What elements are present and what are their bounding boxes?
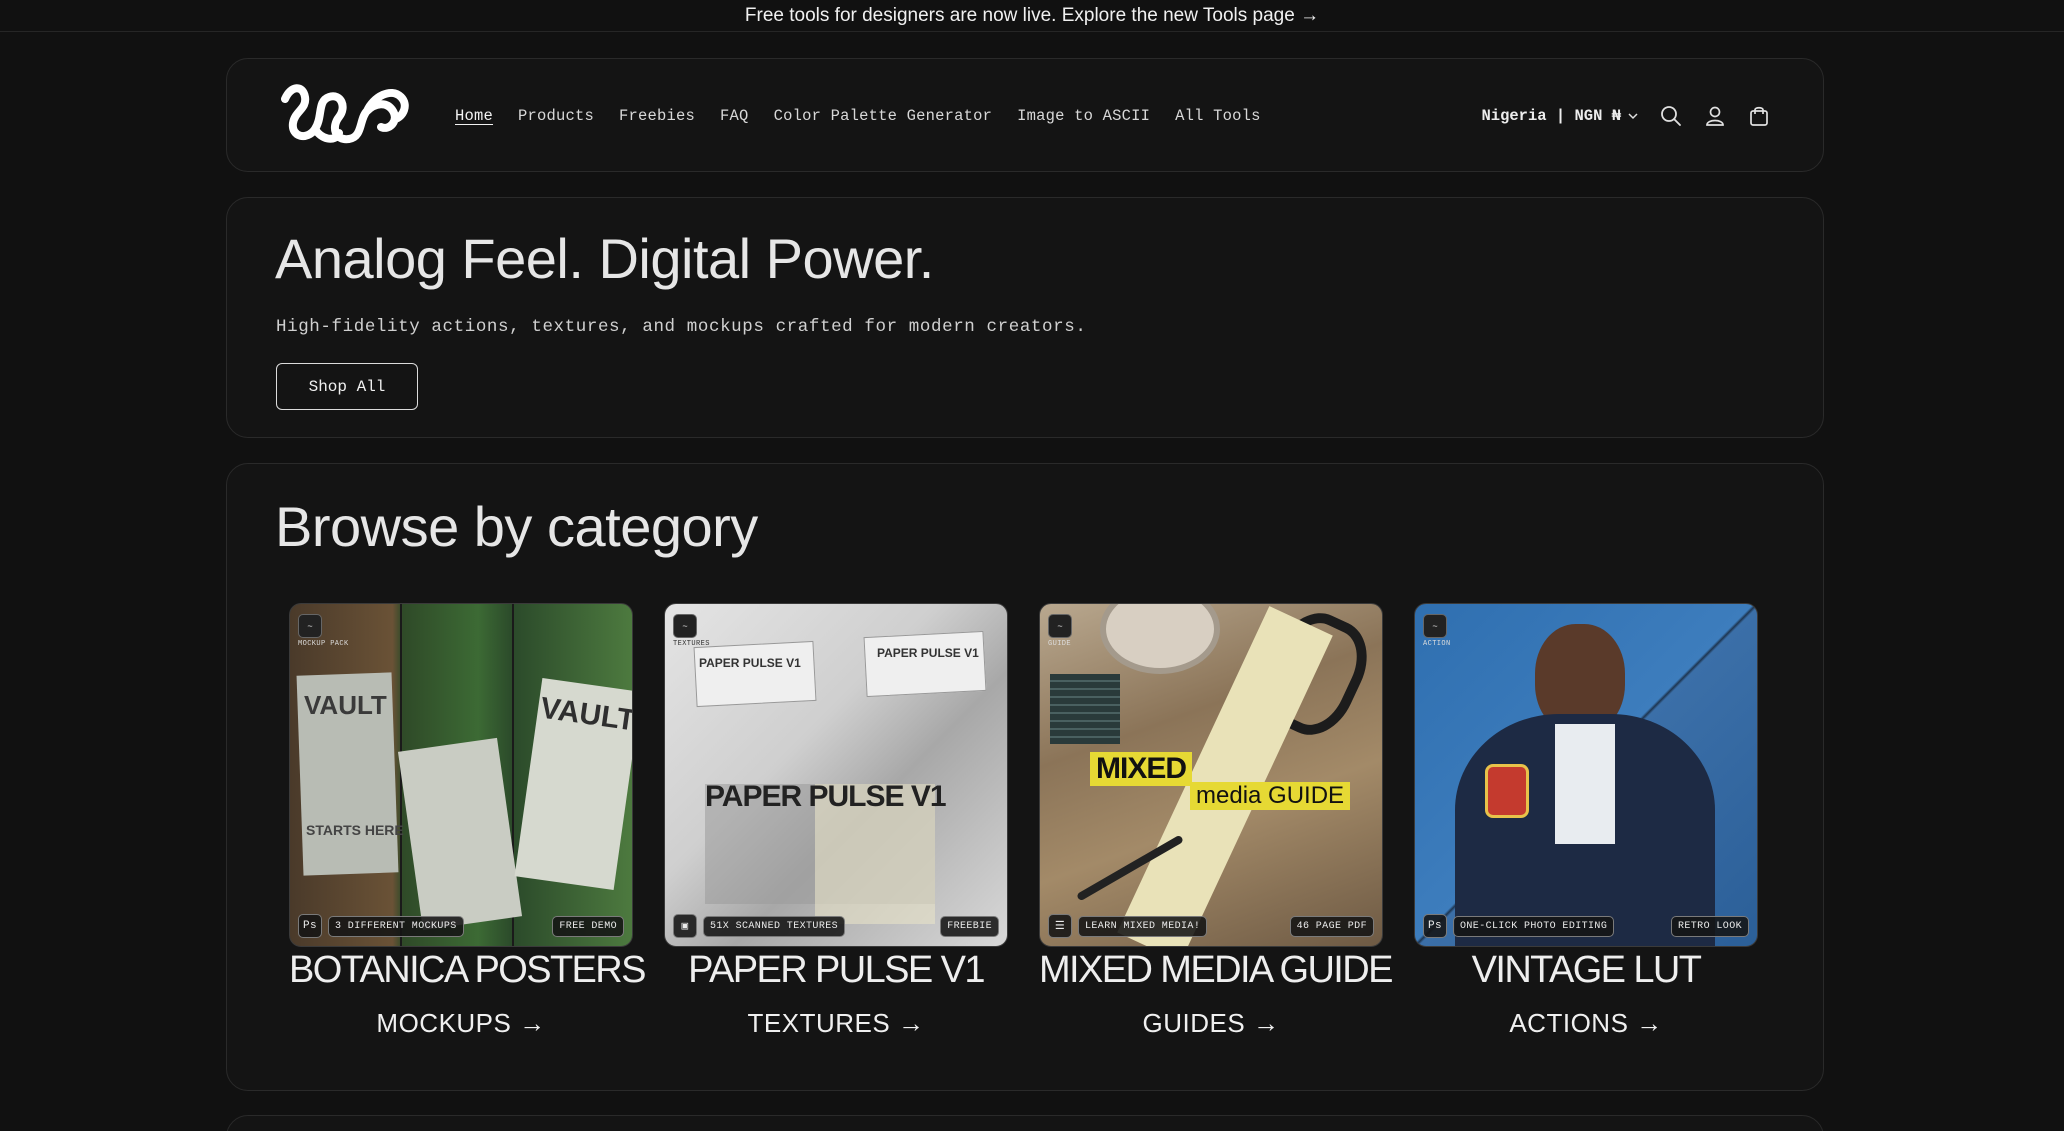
- search-icon: [1661, 106, 1681, 126]
- nav-item-faq[interactable]: FAQ: [720, 107, 749, 125]
- header-actions: Nigeria | NGN ₦: [1481, 59, 1771, 173]
- image-icon: ▣: [673, 914, 697, 938]
- brand-mini-logo-icon: ~: [298, 614, 322, 638]
- account-icon: [1706, 106, 1724, 126]
- poster-text: PAPER PULSE V1: [699, 656, 801, 670]
- site-header: Home Products Freebies FAQ Color Palette…: [226, 58, 1824, 172]
- brand-wave-logo-icon: [281, 84, 409, 144]
- poster-text: MIXED: [1090, 752, 1193, 786]
- chip-row: ▣ 51X SCANNED TEXTURES FREEBIE: [673, 914, 999, 938]
- doc-icon: ☰: [1048, 914, 1072, 938]
- nav-item-all-tools[interactable]: All Tools: [1175, 107, 1261, 125]
- product-thumbnail[interactable]: PAPER PULSE V1 PAPER PULSE V1 PAPER PULS…: [664, 603, 1008, 947]
- category-section: Browse by category VAULT VAULT STARTS HE…: [226, 463, 1824, 1091]
- chevron-down-icon: [1628, 113, 1638, 120]
- product-tag: MOCKUP PACK: [298, 640, 349, 648]
- product-thumbnail[interactable]: ~ ACTION Ps ONE-CLICK PHOTO EDITING RETR…: [1414, 603, 1758, 947]
- product-title[interactable]: VINTAGE LUT: [1414, 949, 1758, 992]
- nav-item-image-to-ascii[interactable]: Image to ASCII: [1017, 107, 1150, 125]
- announcement-bar[interactable]: Free tools for designers are now live. E…: [0, 0, 2064, 32]
- hero-title: Analog Feel. Digital Power.: [275, 227, 934, 290]
- product-title[interactable]: PAPER PULSE V1: [664, 949, 1008, 992]
- poster-text: PAPER PULSE V1: [877, 646, 979, 660]
- poster-text: media GUIDE: [1190, 782, 1351, 810]
- locale-label: Nigeria | NGN ₦: [1481, 107, 1621, 125]
- shop-all-button[interactable]: Shop All: [276, 363, 418, 410]
- cart-button[interactable]: [1747, 104, 1771, 128]
- category-card-textures[interactable]: PAPER PULSE V1 PAPER PULSE V1 PAPER PULS…: [664, 603, 1008, 1039]
- next-section: [226, 1115, 1824, 1131]
- hero-section: Analog Feel. Digital Power. High-fidelit…: [226, 197, 1824, 438]
- poster-text: VAULT: [304, 690, 387, 720]
- offer-chip: 46 PAGE PDF: [1289, 915, 1374, 937]
- hero-subtitle: High-fidelity actions, textures, and moc…: [276, 317, 1087, 337]
- feature-chip: 51X SCANNED TEXTURES: [703, 915, 846, 937]
- nav-item-freebies[interactable]: Freebies: [619, 107, 695, 125]
- category-card-mockups[interactable]: VAULT VAULT STARTS HERE ~ MOCKUP PACK Ps…: [289, 603, 646, 1039]
- brand-mini-logo-icon: ~: [1423, 614, 1447, 638]
- product-thumbnail[interactable]: MIXED media GUIDE ~ GUIDE ☰ LEARN MIXED …: [1039, 603, 1383, 947]
- product-title[interactable]: MIXED MEDIA GUIDE: [1039, 949, 1393, 992]
- photoshop-icon: Ps: [298, 914, 322, 938]
- photoshop-icon: Ps: [1423, 914, 1447, 938]
- feature-chip: LEARN MIXED MEDIA!: [1078, 915, 1208, 937]
- category-link-textures[interactable]: TEXTURES →: [664, 1008, 1008, 1039]
- offer-chip: RETRO LOOK: [1670, 915, 1749, 937]
- chip-row: Ps ONE-CLICK PHOTO EDITING RETRO LOOK: [1423, 914, 1749, 938]
- poster-text: PAPER PULSE V1: [705, 780, 947, 813]
- chip-row: ☰ LEARN MIXED MEDIA! 46 PAGE PDF: [1048, 914, 1374, 938]
- main-nav: Home Products Freebies FAQ Color Palette…: [455, 59, 1261, 173]
- nav-item-home[interactable]: Home: [455, 107, 493, 125]
- account-button[interactable]: [1703, 104, 1727, 128]
- offer-chip: FREEBIE: [940, 915, 999, 937]
- nav-item-products[interactable]: Products: [518, 107, 594, 125]
- cart-icon: [1750, 106, 1768, 126]
- category-link-guides[interactable]: GUIDES →: [1039, 1008, 1383, 1039]
- brand-mini-logo-icon: ~: [1048, 614, 1072, 638]
- category-card-guides[interactable]: MIXED media GUIDE ~ GUIDE ☰ LEARN MIXED …: [1039, 603, 1393, 1039]
- product-tag: ACTION: [1423, 640, 1451, 648]
- feature-chip: 3 DIFFERENT MOCKUPS: [328, 915, 464, 937]
- product-title[interactable]: BOTANICA POSTERS: [289, 949, 646, 992]
- product-thumbnail[interactable]: VAULT VAULT STARTS HERE ~ MOCKUP PACK Ps…: [289, 603, 633, 947]
- announcement-text[interactable]: Free tools for designers are now live. E…: [745, 5, 1319, 27]
- nav-item-color-palette-generator[interactable]: Color Palette Generator: [774, 107, 993, 125]
- category-heading: Browse by category: [275, 495, 758, 558]
- product-tag: TEXTURES: [673, 640, 710, 648]
- product-tag: GUIDE: [1048, 640, 1072, 648]
- category-link-mockups[interactable]: MOCKUPS →: [289, 1008, 633, 1039]
- search-button[interactable]: [1659, 104, 1683, 128]
- brand-logo[interactable]: [277, 83, 411, 147]
- feature-chip: ONE-CLICK PHOTO EDITING: [1453, 915, 1615, 937]
- chip-row: Ps 3 DIFFERENT MOCKUPS FREE DEMO: [298, 914, 624, 938]
- poster-text: STARTS HERE: [306, 822, 404, 838]
- brand-mini-logo-icon: ~: [673, 614, 697, 638]
- category-link-actions[interactable]: ACTIONS →: [1414, 1008, 1758, 1039]
- offer-chip: FREE DEMO: [552, 915, 624, 937]
- category-card-actions[interactable]: ~ ACTION Ps ONE-CLICK PHOTO EDITING RETR…: [1414, 603, 1758, 1039]
- locale-selector[interactable]: Nigeria | NGN ₦: [1481, 107, 1639, 125]
